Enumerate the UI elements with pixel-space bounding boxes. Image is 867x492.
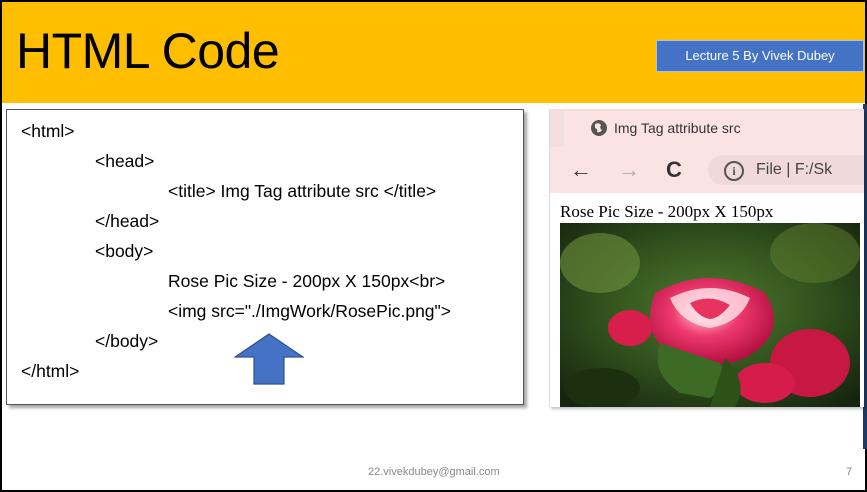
code-line-img: <img src="./ImgWork/RosePic.png"> — [168, 301, 451, 321]
slide-title: HTML Code — [16, 23, 280, 79]
slide-header: HTML Code Lecture 5 By Vivek Dubey — [2, 2, 865, 103]
page-number: 7 — [846, 466, 853, 478]
tab-title: Img Tag attribute src — [614, 120, 741, 136]
globe-icon — [591, 120, 607, 136]
code-line-text: Rose Pic Size - 200px X 150px<br> — [168, 271, 446, 291]
code-line-html-close: </html> — [21, 361, 80, 381]
code-line-body-close: </body> — [95, 331, 159, 351]
code-line-title: <title> Img Tag attribute src </title> — [168, 181, 437, 201]
forward-arrow-icon[interactable]: → — [618, 157, 640, 183]
rose-image — [560, 223, 860, 407]
code-line-body-open: <body> — [95, 241, 154, 261]
code-line-head-open: <head> — [95, 151, 155, 171]
code-line-html-open: <html> — [21, 121, 75, 141]
footer-email: 22.vivekdubey@gmail.com — [368, 466, 500, 478]
tab-bar: Img Tag attribute src — [550, 109, 864, 147]
browser-tab[interactable]: Img Tag attribute src — [564, 111, 864, 147]
lecture-label: Lecture 5 By Vivek Dubey — [656, 40, 864, 72]
browser-window: Img Tag attribute src ← → C i File | F:/… — [549, 109, 864, 407]
address-bar[interactable]: i File | F:/Sk — [708, 155, 864, 185]
navigation-bar: ← → C i File | F:/Sk — [550, 147, 864, 193]
info-icon[interactable]: i — [724, 161, 744, 181]
address-text: File | F:/Sk — [756, 161, 833, 178]
up-arrow-icon — [234, 333, 304, 385]
reload-icon[interactable]: C — [666, 157, 682, 183]
back-arrow-icon[interactable]: ← — [570, 157, 592, 183]
page-text: Rose Pic Size - 200px X 150px — [560, 202, 774, 221]
code-line-head-close: </head> — [95, 211, 160, 231]
